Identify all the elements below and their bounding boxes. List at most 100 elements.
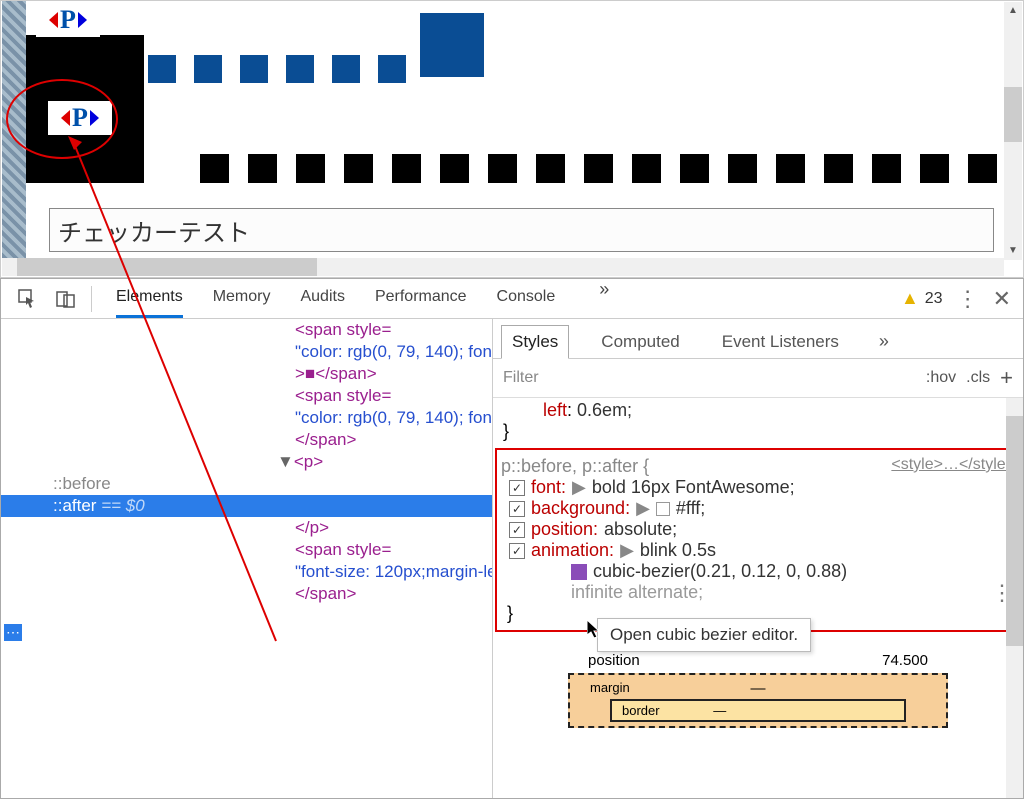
dom-node: "color: rgb(0, 79, 140); font-size: 70px… <box>295 407 493 429</box>
divider <box>91 286 92 312</box>
expand-icon[interactable]: ▶ <box>636 498 650 519</box>
styles-tab-event-listeners[interactable]: Event Listeners <box>712 326 849 358</box>
css-declaration: ✓ background:▶#fff; <box>501 498 1015 519</box>
tab-performance[interactable]: Performance <box>375 279 467 318</box>
dom-node: </span> <box>295 583 493 605</box>
styles-tab-styles[interactable]: Styles <box>501 325 569 359</box>
black-square <box>968 154 997 183</box>
tab-console[interactable]: Console <box>497 279 556 318</box>
dom-node: >■</span> <box>295 363 493 385</box>
mouse-cursor-icon <box>587 620 603 640</box>
page-viewport: P P チェッカーテスト ▲ ▼ <box>0 0 1024 278</box>
styles-tab-computed[interactable]: Computed <box>591 326 689 358</box>
property-toggle-checkbox[interactable]: ✓ <box>509 543 525 559</box>
p-marker-1: P <box>36 3 100 37</box>
tabs-overflow-icon[interactable]: » <box>599 279 609 318</box>
property-toggle-checkbox[interactable]: ✓ <box>509 501 525 517</box>
css-source-link[interactable]: <style>…</style> <box>891 456 1015 477</box>
black-square <box>776 154 805 183</box>
css-declaration: ✓ animation:▶blink 0.5s <box>501 540 1015 561</box>
blue-square-large <box>420 13 484 77</box>
page-content: P P チェッカーテスト <box>2 1 1004 258</box>
css-declaration: ✓ font:▶bold 16px FontAwesome; <box>501 477 1015 498</box>
tooltip: Open cubic bezier editor. <box>597 618 811 652</box>
marker-right-arrow-icon <box>78 12 87 28</box>
black-square <box>248 154 277 183</box>
black-square <box>728 154 757 183</box>
selected-line-marker: ⋯ <box>4 624 22 641</box>
tab-audits[interactable]: Audits <box>300 279 344 318</box>
css-declaration: ✓ position: absolute; <box>501 519 1015 540</box>
black-square <box>584 154 613 183</box>
dom-node: <span style= <box>295 539 493 561</box>
styles-tabs-overflow-icon[interactable]: » <box>879 331 889 352</box>
css-declaration-continued: cubic-bezier(0.21, 0.12, 0, 0.88) <box>501 561 1015 582</box>
marker-left-arrow-icon <box>49 12 58 28</box>
marker-letter: P <box>60 5 76 35</box>
boxmodel-position-value: 74.500 <box>882 652 928 669</box>
tab-elements[interactable]: Elements <box>116 279 183 318</box>
boxmodel-border[interactable]: border — <box>610 699 906 722</box>
margin-label: margin <box>590 680 630 695</box>
input-value: チェッカーテスト <box>58 213 250 248</box>
black-square <box>440 154 469 183</box>
css-rule-selected: p::before, p::after { <style>…</style> ✓… <box>495 448 1021 632</box>
device-toggle-icon[interactable] <box>53 286 79 312</box>
cls-toggle[interactable]: .cls <box>966 369 990 387</box>
property-toggle-checkbox[interactable]: ✓ <box>509 522 525 538</box>
styles-content[interactable]: left: 0.6em; } p::before, p::after { <st… <box>493 398 1023 798</box>
blue-squares-row <box>148 55 406 83</box>
filter-input[interactable]: Filter <box>503 369 916 387</box>
new-style-rule-button[interactable]: + <box>1000 365 1013 391</box>
boxmodel-margin[interactable]: margin — border — <box>568 673 948 728</box>
text-input[interactable]: チェッカーテスト <box>49 208 994 252</box>
expand-icon[interactable]: ▶ <box>572 477 586 498</box>
close-devtools-button[interactable]: ✕ <box>993 286 1011 312</box>
scrollbar-thumb[interactable] <box>1004 87 1022 142</box>
viewport-scrollbar-x[interactable] <box>2 258 1004 276</box>
scrollbar-thumb[interactable] <box>1006 416 1023 646</box>
css-brace: } <box>493 421 1023 442</box>
cubic-bezier-swatch[interactable] <box>571 564 587 580</box>
styles-scrollbar-y[interactable] <box>1006 398 1023 798</box>
blue-square <box>378 55 406 83</box>
hov-toggle[interactable]: :hov <box>926 369 956 387</box>
black-square <box>392 154 421 183</box>
black-square <box>536 154 565 183</box>
black-square <box>632 154 661 183</box>
black-square <box>824 154 853 183</box>
blue-square <box>286 55 314 83</box>
black-square <box>872 154 901 183</box>
warning-count: 23 <box>925 290 943 308</box>
blue-square <box>194 55 222 83</box>
box-model-diagram: position 74.500 margin — border — <box>568 652 948 728</box>
css-declaration: left: 0.6em; <box>493 400 1023 421</box>
scroll-up-icon[interactable]: ▲ <box>1004 2 1022 20</box>
dom-node: </span> <box>295 429 493 451</box>
blue-square <box>332 55 360 83</box>
expand-icon[interactable]: ▶ <box>620 540 634 561</box>
devtools-menu-icon[interactable]: ⋮ <box>957 286 979 312</box>
black-square <box>200 154 229 183</box>
color-swatch[interactable] <box>656 502 670 516</box>
scroll-down-icon[interactable]: ▼ <box>1004 242 1022 260</box>
viewport-scrollbar-y[interactable]: ▲ ▼ <box>1004 2 1022 260</box>
devtools-tabs: Elements Memory Audits Performance Conso… <box>116 279 609 318</box>
property-toggle-checkbox[interactable]: ✓ <box>509 480 525 496</box>
elements-tree[interactable]: ⋯ <span style= "color: rgb(0, 79, 140); … <box>1 319 493 798</box>
dom-node: <span style= <box>295 319 493 341</box>
styles-filter-bar: Filter :hov .cls + <box>493 359 1023 398</box>
inspect-element-icon[interactable] <box>15 286 41 312</box>
boxmodel-position-label: position <box>588 652 640 669</box>
annotation-circle <box>6 79 118 159</box>
scrollbar-thumb[interactable] <box>17 258 317 276</box>
black-square <box>296 154 325 183</box>
black-square <box>488 154 517 183</box>
tab-memory[interactable]: Memory <box>213 279 271 318</box>
devtools-toolbar: Elements Memory Audits Performance Conso… <box>1 279 1023 319</box>
devtools-panel: Elements Memory Audits Performance Conso… <box>0 278 1024 799</box>
warnings-badge[interactable]: ▲ 23 <box>901 288 943 309</box>
css-selector[interactable]: p::before, p::after { <box>501 456 649 477</box>
dom-node: "color: rgb(0, 79, 140); font-size: x-la… <box>295 341 493 363</box>
black-square <box>920 154 949 183</box>
